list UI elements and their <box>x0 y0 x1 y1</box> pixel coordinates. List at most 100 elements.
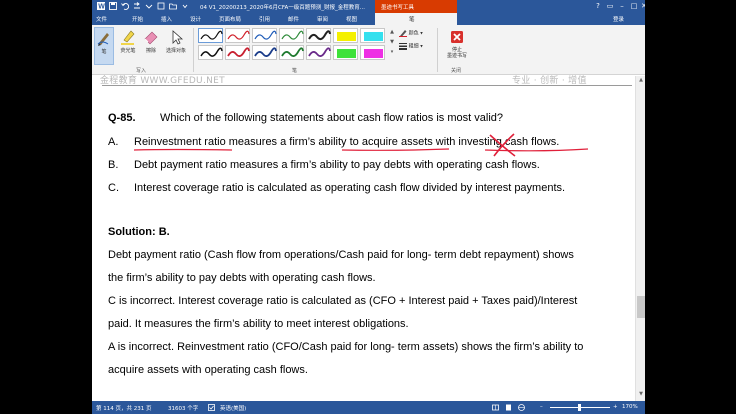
ink-underline-cash-flows <box>484 148 589 152</box>
touch-mode-icon[interactable] <box>157 2 165 10</box>
language-indicator[interactable]: 英语(美国) <box>220 404 246 412</box>
word-window: W 04 V1_20200213_2020年6月CFA一级百题预测_财报_金程教… <box>92 0 645 414</box>
scroll-down-arrow-icon[interactable]: ▼ <box>637 391 645 399</box>
pen-navy-medium[interactable] <box>252 45 277 60</box>
pen-black-dash[interactable] <box>198 45 223 60</box>
pen-blue-thin[interactable] <box>252 28 277 43</box>
word-logo-icon: W <box>97 2 105 10</box>
read-mode-icon[interactable] <box>492 404 499 411</box>
tab-references[interactable]: 引用 <box>259 15 270 23</box>
save-icon[interactable] <box>109 2 117 10</box>
tab-file[interactable]: 文件 <box>92 13 112 25</box>
status-bar: 第 114 页，共 231 页 31603 个字 英语(美国) – + 170% <box>92 401 645 414</box>
solution-line-4: paid. It measures the firm’s ability to … <box>108 318 409 330</box>
solution-line-2: the firm’s ability to pay debts with ope… <box>108 272 376 284</box>
word-count[interactable]: 31603 个字 <box>168 404 198 412</box>
stop-inking-icon <box>451 31 463 43</box>
select-objects-icon <box>172 30 184 45</box>
thickness-label: 粗细 <box>408 43 419 50</box>
customize-toolbar-icon[interactable] <box>145 2 153 10</box>
redo-icon[interactable] <box>133 2 141 10</box>
pen-red-thin[interactable] <box>225 28 250 43</box>
tab-insert[interactable]: 插入 <box>161 15 172 23</box>
zoom-out-button[interactable]: – <box>540 404 543 410</box>
proofing-icon[interactable] <box>208 404 215 411</box>
highlighter-green[interactable] <box>333 45 358 60</box>
stop-inking-button[interactable]: 停止 墨迹书写 <box>442 27 472 65</box>
color-label: 颜色 <box>408 30 419 37</box>
solution-line-5: A is incorrect. Reinvestment ratio (CFO/… <box>108 341 584 353</box>
page-count[interactable]: 第 114 页，共 231 页 <box>96 404 152 412</box>
pen-color-icon <box>399 30 407 37</box>
highlighter-button[interactable]: 荧光笔 <box>116 27 140 65</box>
pen-button[interactable]: 笔 <box>94 27 114 65</box>
solution-line-3: C is incorrect. Interest coverage ratio … <box>108 295 578 307</box>
ink-underline-acquire-assets <box>341 148 450 151</box>
scrollbar-thumb[interactable] <box>637 296 645 318</box>
document-page[interactable]: 金程教育 WWW.GFEDU.NET 专业 · 创新 · 增值 Q-85. Wh… <box>92 76 645 401</box>
undo-icon[interactable] <box>121 2 129 10</box>
ink-cross-investing <box>489 133 516 157</box>
tab-file-label: 文件 <box>96 17 108 23</box>
highlighter-icon <box>121 30 135 45</box>
thickness-dropdown[interactable]: 粗细 ▾ <box>399 42 423 50</box>
pen-icon <box>97 33 109 46</box>
contextual-group-label: 墨迹书写工具 <box>381 5 415 11</box>
select-objects-label: 选择对象 <box>165 48 186 54</box>
pen-red-medium[interactable] <box>225 45 250 60</box>
minimize-button[interactable]: – <box>616 1 628 12</box>
highlighter-cyan[interactable] <box>360 28 385 43</box>
more-commands-icon[interactable] <box>181 2 189 10</box>
solution-line-6: acquire assets with operating cash flows… <box>108 364 308 376</box>
window-title: 04 V1_20200213_2020年6月CFA一级百题预测_财报_金程教育.… <box>200 5 366 11</box>
pen-purple-medium[interactable] <box>306 45 331 60</box>
contextual-tab-group: 墨迹书写工具 <box>375 0 457 13</box>
pen-gallery-scroll[interactable]: ▲ ▼ ▾ <box>388 27 396 57</box>
tab-pens[interactable]: 笔 <box>375 13 457 25</box>
pen-green-medium[interactable] <box>279 45 304 60</box>
highlighter-button-label: 荧光笔 <box>120 48 136 54</box>
vertical-scrollbar[interactable]: ▲ ▼ <box>635 76 645 401</box>
solution-line-1: Debt payment ratio (Cash flow from opera… <box>108 249 574 261</box>
solution-title: Solution: B. <box>108 226 170 238</box>
group-separator <box>193 28 194 72</box>
ribbon-panel: 笔 荧光笔 擦除 选择对象 写入 ▲ ▼ ▾ 笔 颜色 ▾ 粗细 ▾ 停止 墨迹… <box>92 25 645 75</box>
thickness-icon <box>399 43 407 50</box>
open-icon[interactable] <box>169 2 177 10</box>
stop-inking-label: 停止 墨迹书写 <box>446 47 467 59</box>
zoom-in-button[interactable]: + <box>613 404 618 410</box>
group-separator <box>437 28 438 72</box>
pens-group-label: 笔 <box>292 68 298 74</box>
help-button[interactable]: ? <box>592 1 604 12</box>
select-objects-button[interactable]: 选择对象 <box>162 27 190 65</box>
close-button[interactable]: ✕ <box>640 1 645 12</box>
scroll-up-arrow-icon[interactable]: ▲ <box>637 77 645 85</box>
highlighter-yellow[interactable] <box>333 28 358 43</box>
ink-underline-reinvestment-ratio <box>133 148 233 151</box>
print-layout-icon[interactable] <box>505 404 512 411</box>
tab-design[interactable]: 设计 <box>190 15 201 23</box>
tab-layout[interactable]: 页面布局 <box>219 15 241 23</box>
pen-green-thin[interactable] <box>279 28 304 43</box>
tab-review[interactable]: 审阅 <box>317 15 328 23</box>
pen-black-thin[interactable] <box>198 28 223 43</box>
title-bar: W 04 V1_20200213_2020年6月CFA一级百题预测_财报_金程教… <box>92 0 645 13</box>
tab-home[interactable]: 开始 <box>132 15 143 23</box>
sign-in-link[interactable]: 登录 <box>613 15 624 23</box>
tab-view[interactable]: 视图 <box>346 15 357 23</box>
web-layout-icon[interactable] <box>518 404 525 411</box>
zoom-slider-thumb[interactable] <box>578 404 581 411</box>
pen-black-medium[interactable] <box>306 28 331 43</box>
highlighter-magenta[interactable] <box>360 45 385 60</box>
pen-button-label: 笔 <box>101 49 107 55</box>
maximize-button[interactable]: □ <box>628 1 640 12</box>
color-dropdown[interactable]: 颜色 ▾ <box>399 29 423 37</box>
eraser-button-label: 擦除 <box>145 48 156 54</box>
ribbon-display-button[interactable]: ▭ <box>604 1 616 12</box>
svg-text:W: W <box>98 4 105 10</box>
tab-mailings[interactable]: 邮件 <box>288 15 299 23</box>
eraser-button[interactable]: 擦除 <box>141 27 161 65</box>
zoom-level[interactable]: 170% <box>622 404 638 410</box>
ribbon-tabs: 文件 开始 插入 设计 页面布局 引用 邮件 审阅 视图 笔 登录 <box>92 13 645 25</box>
close-group-label: 关闭 <box>451 68 462 74</box>
